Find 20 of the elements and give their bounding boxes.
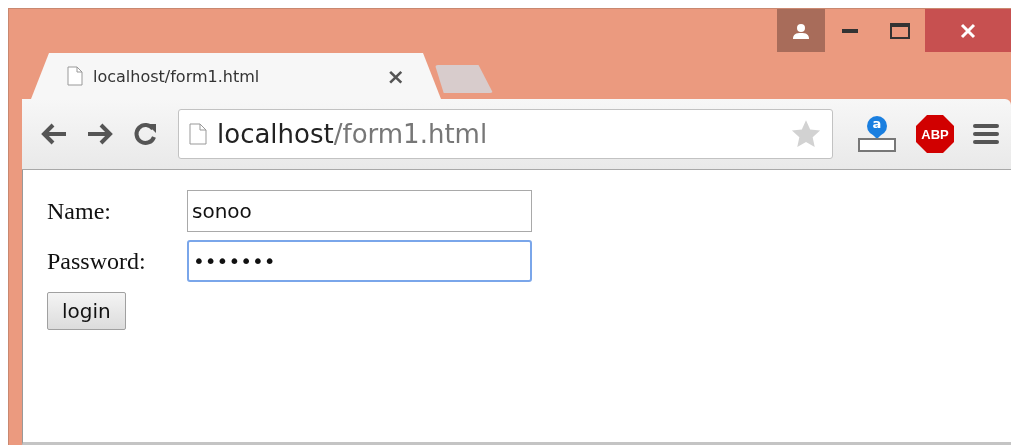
adblock-icon[interactable]: ABP — [915, 114, 955, 154]
forward-icon[interactable] — [86, 122, 114, 146]
minimize-icon[interactable] — [842, 27, 858, 34]
reload-icon[interactable] — [132, 121, 158, 147]
input-field[interactable]: sonoo — [187, 190, 532, 232]
menu-icon[interactable] — [973, 122, 999, 146]
address-bar[interactable]: localhost/form1.html — [178, 109, 833, 159]
browser-tab[interactable]: localhost/form1.html × — [31, 53, 441, 99]
field-label: Name: — [47, 197, 112, 225]
close-icon[interactable] — [960, 22, 976, 39]
tab-title: localhost/form1.html — [93, 66, 261, 86]
login-button[interactable]: login — [47, 292, 126, 330]
star-icon[interactable] — [790, 119, 822, 149]
person-icon[interactable] — [792, 22, 810, 39]
maximize-icon[interactable] — [890, 22, 910, 39]
tab-close-button[interactable]: × — [386, 63, 405, 89]
back-icon[interactable] — [40, 122, 68, 146]
field-label: Password: — [47, 247, 147, 275]
url-text: localhost/form1.html — [217, 119, 489, 149]
input-field[interactable]: ••••••• — [187, 240, 532, 282]
